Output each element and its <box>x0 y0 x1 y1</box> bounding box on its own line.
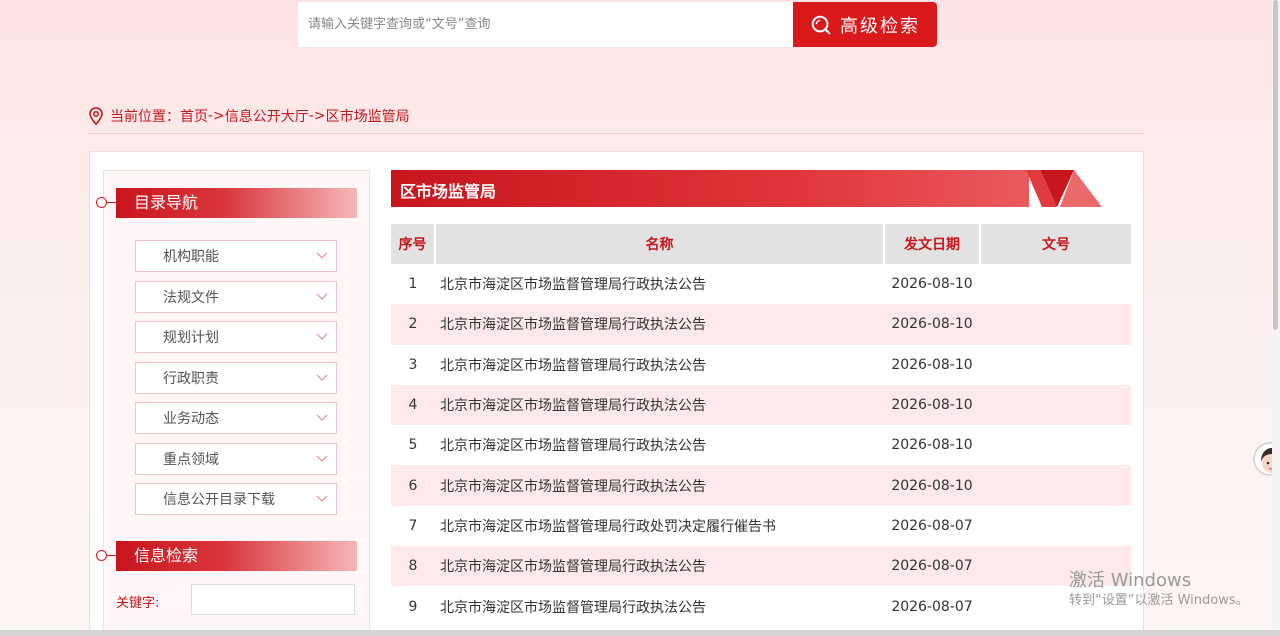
column-header-doc-number: 文号 <box>980 224 1131 264</box>
table-row[interactable]: 6 北京市海淀区市场监督管理局行政执法公告 2026-08-10 <box>391 465 1131 506</box>
nav-title: 目录导航 <box>116 188 357 218</box>
chevron-down-icon <box>316 252 328 259</box>
breadcrumb-prefix: 当前位置： <box>110 109 180 125</box>
table-row[interactable]: 3 北京市海淀区市场监督管理局行政执法公告 2026-08-10 <box>391 344 1131 385</box>
sidebar-item-plans[interactable]: 规划计划 <box>135 321 337 353</box>
row-index: 8 <box>391 546 435 587</box>
table-row[interactable]: 8 北京市海淀区市场监督管理局行政执法公告 2026-08-07 <box>391 546 1131 587</box>
row-index: 1 <box>391 264 435 305</box>
table-row[interactable]: 1 北京市海淀区市场监督管理局行政执法公告 2026-08-10 <box>391 264 1131 305</box>
row-date: 2026-08-10 <box>884 304 980 345</box>
vertical-scrollbar[interactable] <box>1272 0 1280 636</box>
row-date: 2026-08-10 <box>884 465 980 506</box>
search-title-connector <box>107 555 116 556</box>
search-icon <box>811 15 831 34</box>
row-title-link[interactable]: 北京市海淀区市场监督管理局行政处罚决定履行催告书 <box>435 505 884 547</box>
breadcrumb-current[interactable]: 区市场监管局 <box>326 106 410 126</box>
row-index: 5 <box>391 425 435 466</box>
row-doc-number <box>980 425 1131 466</box>
chevron-down-icon <box>316 414 328 421</box>
keyword-input[interactable] <box>191 584 355 615</box>
row-doc-number <box>980 264 1131 305</box>
breadcrumb-home[interactable]: 首页 <box>180 106 208 126</box>
keyword-label: 关键字: <box>116 596 160 611</box>
row-index: 4 <box>391 384 435 426</box>
row-index: 7 <box>391 505 435 547</box>
row-title-link[interactable]: 北京市海淀区市场监督管理局行政执法公告 <box>435 264 884 305</box>
sidebar-item-catalog-download[interactable]: 信息公开目录下载 <box>135 483 337 515</box>
scrollbar-thumb[interactable] <box>1273 0 1278 330</box>
breadcrumb-divider <box>88 133 1144 134</box>
row-date: 2026-08-10 <box>884 264 980 305</box>
row-title-link[interactable]: 北京市海淀区市场监督管理局行政执法公告 <box>435 465 884 506</box>
row-title-link[interactable]: 北京市海淀区市场监督管理局行政执法公告 <box>435 546 884 587</box>
chevron-down-icon <box>316 333 328 340</box>
table-header-row: 序号 名称 发文日期 文号 <box>391 224 1131 264</box>
row-title-link[interactable]: 北京市海淀区市场监督管理局行政执法公告 <box>435 425 884 466</box>
advanced-search-button[interactable]: 高级检索 <box>793 2 937 47</box>
sidebar-item-regulations[interactable]: 法规文件 <box>135 280 337 313</box>
row-index: 3 <box>391 344 435 385</box>
chevron-down-icon <box>316 455 328 462</box>
sidebar-item-duties[interactable]: 行政职责 <box>135 361 337 394</box>
table-row[interactable]: 7 北京市海淀区市场监督管理局行政处罚决定履行催告书 2026-08-07 <box>391 505 1131 547</box>
breadcrumb-separator: -> <box>208 108 225 124</box>
row-date: 2026-08-07 <box>884 546 980 587</box>
breadcrumb: 当前位置： 首页 -> 信息公开大厅 -> 区市场监管局 <box>88 106 410 126</box>
table-row[interactable]: 9 北京市海淀区市场监督管理局行政执法公告 2026-08-07 <box>391 586 1131 627</box>
row-date: 2026-08-10 <box>884 384 980 426</box>
column-header-index: 序号 <box>391 224 436 264</box>
sidebar-item-label: 信息公开目录下载 <box>163 492 275 508</box>
row-title-link[interactable]: 北京市海淀区市场监督管理局行政执法公告 <box>435 586 884 627</box>
column-header-name: 名称 <box>435 224 885 264</box>
advanced-search-label: 高级检索 <box>840 15 920 37</box>
row-doc-number <box>980 344 1131 385</box>
windows-watermark-subtitle: 转到“设置”以激活 Windows。 <box>1069 593 1249 608</box>
sidebar-item-label: 业务动态 <box>163 411 219 427</box>
section-title: 区市场监管局 <box>400 182 497 201</box>
row-index: 2 <box>391 304 435 345</box>
row-date: 2026-08-07 <box>884 586 980 627</box>
horizontal-scrollbar[interactable] <box>0 630 1280 636</box>
row-title-link[interactable]: 北京市海淀区市场监督管理局行政执法公告 <box>435 384 884 426</box>
nav-title-connector <box>107 202 116 203</box>
table-row[interactable]: 2 北京市海淀区市场监督管理局行政执法公告 2026-08-10 <box>391 304 1131 345</box>
banner-decoration-icon <box>1026 170 1102 207</box>
search-bar: 高级检索 <box>298 2 937 47</box>
row-date: 2026-08-10 <box>884 344 980 385</box>
row-doc-number <box>980 384 1131 426</box>
row-title-link[interactable]: 北京市海淀区市场监督管理局行政执法公告 <box>435 304 884 345</box>
sidebar-item-label: 法规文件 <box>163 289 219 306</box>
search-input[interactable] <box>298 2 793 47</box>
row-doc-number <box>980 304 1131 345</box>
info-search-title: 信息检索 <box>116 541 357 571</box>
breadcrumb-separator: -> <box>308 108 326 124</box>
location-pin-icon <box>89 107 103 125</box>
sidebar-item-label: 行政职责 <box>163 370 219 387</box>
sidebar-item-key-areas[interactable]: 重点领域 <box>135 442 337 475</box>
row-doc-number <box>980 465 1131 506</box>
row-index: 9 <box>391 586 435 627</box>
nav-title-dot-icon <box>96 197 107 208</box>
table-row[interactable]: 5 北京市海淀区市场监督管理局行政执法公告 2026-08-10 <box>391 425 1131 466</box>
section-banner: 区市场监管局 <box>391 170 1116 207</box>
sidebar-item-label: 规划计划 <box>163 330 219 346</box>
sidebar-item-label: 重点领域 <box>163 451 219 468</box>
chevron-down-icon <box>316 374 328 381</box>
row-doc-number <box>980 505 1131 547</box>
breadcrumb-info-hall[interactable]: 信息公开大厅 <box>225 106 309 126</box>
chevron-down-icon <box>316 495 328 502</box>
row-date: 2026-08-10 <box>884 425 980 466</box>
table-row[interactable]: 4 北京市海淀区市场监督管理局行政执法公告 2026-08-10 <box>391 384 1131 426</box>
sidebar-item-business-news[interactable]: 业务动态 <box>135 402 337 434</box>
sidebar-item-org-functions[interactable]: 机构职能 <box>135 240 337 272</box>
document-table: 序号 名称 发文日期 文号 1 北京市海淀区市场监督管理局行政执法公告 2026… <box>391 224 1131 627</box>
row-index: 6 <box>391 465 435 506</box>
sidebar-item-label: 机构职能 <box>163 249 219 265</box>
chevron-down-icon <box>316 293 328 300</box>
row-date: 2026-08-07 <box>884 505 980 547</box>
column-header-date: 发文日期 <box>884 224 981 264</box>
search-title-dot-icon <box>96 550 107 561</box>
row-title-link[interactable]: 北京市海淀区市场监督管理局行政执法公告 <box>435 344 884 385</box>
